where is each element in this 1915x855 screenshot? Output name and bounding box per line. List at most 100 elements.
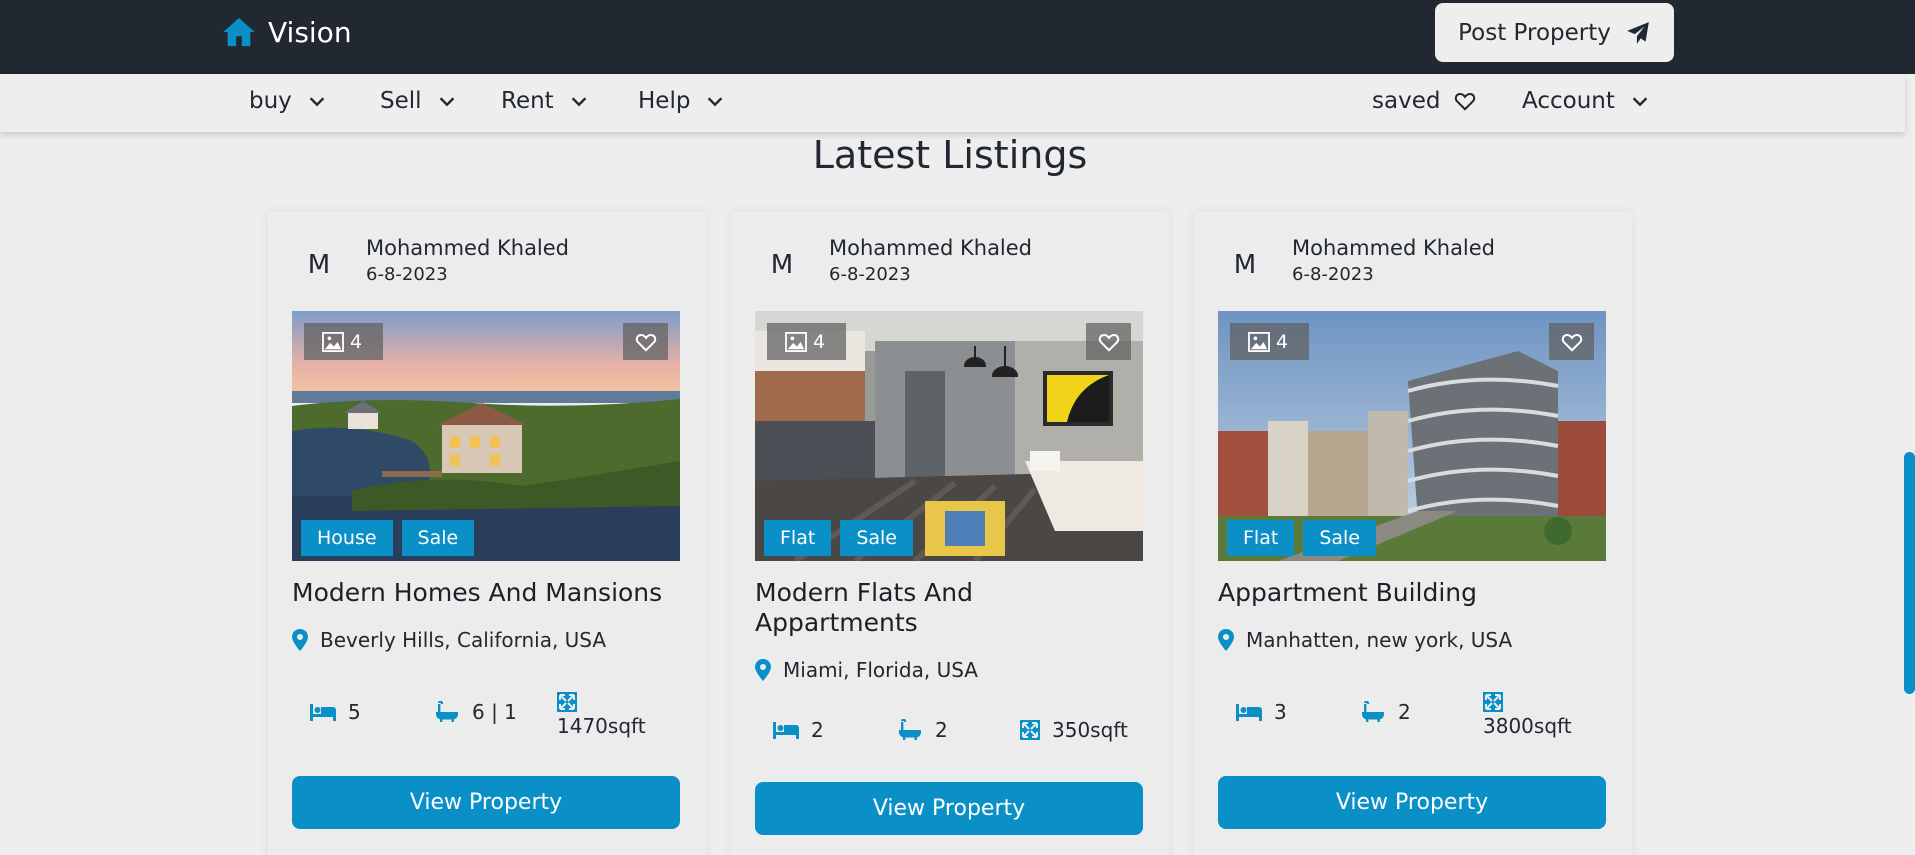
card-header: M Mohammed Khaled 6-8-2023	[1218, 234, 1495, 298]
nav-sell[interactable]: Sell	[380, 88, 458, 114]
tag-group: Flat Sale	[1227, 520, 1376, 556]
bathrooms-count: 2	[1398, 700, 1411, 724]
image-icon	[785, 331, 807, 352]
map-pin-icon	[1218, 629, 1234, 651]
nav-buy[interactable]: buy	[249, 88, 328, 114]
listing-location: Miami, Florida, USA	[755, 658, 978, 682]
chevron-down-icon	[309, 97, 325, 107]
paper-plane-icon	[1627, 21, 1649, 44]
photo-count-badge[interactable]: 4	[1230, 323, 1309, 360]
location-text: Beverly Hills, California, USA	[320, 628, 607, 652]
brand-name: Vision	[268, 15, 352, 49]
author-name: Mohammed Khaled	[829, 236, 1033, 260]
bathrooms: 6 | 1	[434, 700, 517, 724]
nav-help-label: Help	[638, 88, 691, 114]
status-tag[interactable]: Sale	[1303, 520, 1376, 556]
bathrooms-count: 6 | 1	[472, 700, 517, 724]
heart-icon	[635, 333, 656, 352]
card-header: M Mohammed Khaled 6-8-2023	[755, 234, 1032, 298]
card-header: M Mohammed Khaled 6-8-2023	[292, 234, 569, 298]
section-title: Latest Listings	[812, 133, 1088, 177]
post-date: 6-8-2023	[829, 264, 911, 285]
bedrooms-count: 5	[348, 700, 361, 724]
nav-saved-label: saved	[1372, 88, 1441, 114]
bed-icon	[310, 704, 336, 721]
listing-card: M Mohammed Khaled 6-8-2023	[1194, 212, 1632, 855]
scrollbar-thumb[interactable]	[1904, 452, 1915, 694]
view-property-button[interactable]: View Property	[292, 776, 680, 829]
favorite-button[interactable]	[623, 323, 668, 360]
bathrooms: 2	[897, 718, 948, 742]
map-pin-icon	[292, 629, 308, 651]
nav-saved[interactable]: saved	[1372, 88, 1476, 114]
bedrooms: 3	[1236, 700, 1287, 724]
area-value: 1470sqft	[557, 714, 646, 738]
photo-count-badge[interactable]: 4	[304, 323, 383, 360]
avatar: M	[307, 250, 331, 280]
photo-count: 4	[350, 330, 363, 353]
home-icon	[223, 17, 255, 47]
area: 350sqft	[1020, 718, 1128, 742]
listing-location: Beverly Hills, California, USA	[292, 628, 606, 652]
bedrooms-count: 3	[1274, 700, 1287, 724]
property-photo[interactable]: 4 Flat Sale	[755, 311, 1143, 561]
nav-buy-label: buy	[249, 88, 292, 114]
photo-count: 4	[813, 330, 826, 353]
listing-title[interactable]: Modern Flats And Appartments	[755, 578, 1055, 638]
favorite-button[interactable]	[1086, 323, 1131, 360]
chevron-down-icon	[439, 97, 454, 107]
bedrooms: 5	[310, 700, 361, 724]
listing-title[interactable]: Appartment Building	[1218, 578, 1618, 608]
chevron-down-icon	[571, 97, 586, 107]
nav-help[interactable]: Help	[638, 88, 726, 114]
listing-title[interactable]: Modern Homes And Mansions	[292, 578, 692, 608]
nav-sell-label: Sell	[380, 88, 422, 114]
nav-account[interactable]: Account	[1522, 88, 1651, 114]
listing-card: M Mohammed Khaled 6-8-2023	[731, 212, 1169, 855]
nav-rent[interactable]: Rent	[501, 88, 590, 114]
bedrooms: 2	[773, 718, 824, 742]
photo-count-badge[interactable]: 4	[767, 323, 846, 360]
tag-group: House Sale	[301, 520, 475, 556]
nav-rent-label: Rent	[501, 88, 554, 114]
author-info: Mohammed Khaled 6-8-2023	[366, 234, 569, 288]
author-info: Mohammed Khaled 6-8-2023	[1292, 234, 1495, 288]
bath-icon	[899, 719, 921, 740]
type-tag[interactable]: House	[301, 520, 393, 556]
nav-account-label: Account	[1522, 88, 1615, 114]
listing-location: Manhatten, new york, USA	[1218, 628, 1512, 652]
image-icon	[322, 331, 344, 352]
property-photo[interactable]: 4 Flat Sale	[1218, 311, 1606, 561]
view-property-button[interactable]: View Property	[755, 782, 1143, 835]
bedrooms-count: 2	[811, 718, 824, 742]
area: 1470sqft	[557, 692, 646, 738]
heart-icon	[1561, 333, 1582, 352]
nav-bar: buy Sell Rent Help saved Account	[0, 74, 1905, 132]
top-bar: Vision Post Property	[0, 0, 1915, 74]
bath-icon	[1362, 701, 1384, 722]
type-tag[interactable]: Flat	[1227, 520, 1295, 556]
post-property-button[interactable]: Post Property	[1435, 3, 1674, 62]
property-photo[interactable]: 4 House Sale	[292, 311, 680, 561]
bed-icon	[1236, 704, 1262, 721]
author-name: Mohammed Khaled	[1292, 236, 1496, 260]
location-text: Miami, Florida, USA	[783, 658, 978, 682]
bathrooms-count: 2	[935, 718, 948, 742]
favorite-button[interactable]	[1549, 323, 1594, 360]
brand-logo[interactable]: Vision	[222, 15, 352, 49]
area-value: 350sqft	[1052, 718, 1128, 742]
expand-icon	[1020, 720, 1040, 740]
photo-count: 4	[1276, 330, 1289, 353]
author-info: Mohammed Khaled 6-8-2023	[829, 234, 1032, 288]
chevron-down-icon	[1632, 97, 1648, 107]
post-date: 6-8-2023	[366, 264, 448, 285]
heart-icon	[1455, 93, 1476, 111]
avatar: M	[770, 250, 794, 280]
avatar: M	[1233, 250, 1257, 280]
status-tag[interactable]: Sale	[401, 520, 475, 556]
view-property-button[interactable]: View Property	[1218, 776, 1606, 829]
status-tag[interactable]: Sale	[840, 520, 913, 556]
type-tag[interactable]: Flat	[764, 520, 832, 556]
area-value: 3800sqft	[1483, 714, 1572, 738]
area: 3800sqft	[1483, 692, 1572, 738]
